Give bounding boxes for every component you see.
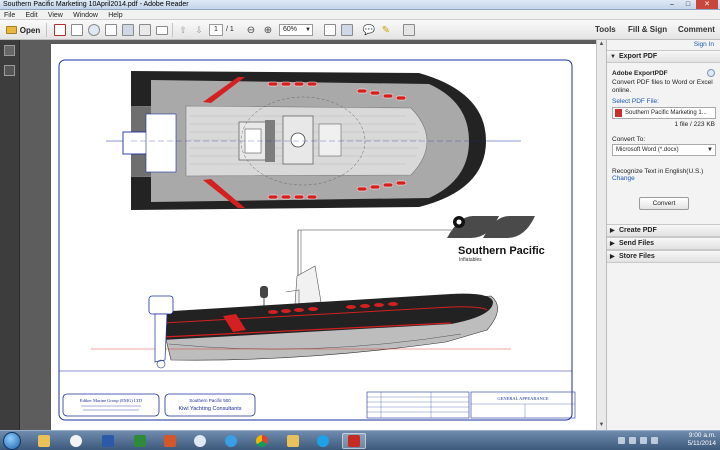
taskbar-skype-icon[interactable] bbox=[311, 433, 335, 449]
toolbar-separator bbox=[46, 23, 47, 37]
boat-drawing: Southern Pacific Inflatables Ediker Mari… bbox=[58, 59, 576, 421]
taskbar-excel-icon[interactable] bbox=[128, 433, 152, 449]
zoom-out-icon[interactable]: ⊖ bbox=[245, 23, 257, 37]
convert-to-select[interactable]: Microsoft Word (*.docx) ▼ bbox=[612, 144, 716, 156]
file-info: 1 file / 223 KB bbox=[674, 121, 715, 128]
export-description-2: online. bbox=[612, 87, 632, 94]
cloud-icon[interactable] bbox=[87, 23, 101, 37]
toolbar: Open ⇧ ⇩ 1 / 1 ⊖ ⊕ 60% ▼ 💬 ✎ Tools Fill … bbox=[0, 20, 720, 40]
vertical-scrollbar[interactable]: ▲ ▼ bbox=[596, 40, 606, 430]
close-button[interactable]: ✕ bbox=[696, 0, 718, 9]
taskbar-word-icon[interactable] bbox=[96, 433, 120, 449]
taskbar-search-app-icon[interactable] bbox=[188, 433, 212, 449]
fit-page-icon[interactable] bbox=[323, 23, 337, 37]
fit-width-icon[interactable] bbox=[340, 23, 354, 37]
system-clock[interactable]: 9:00 a.m. 5/11/2014 bbox=[688, 432, 716, 448]
pdf-page: Southern Pacific Inflatables Ediker Mari… bbox=[51, 44, 605, 430]
zoom-select[interactable]: 60% ▼ bbox=[279, 24, 313, 36]
zoom-value: 60% bbox=[283, 26, 298, 33]
comment-bubble-icon[interactable]: 💬 bbox=[362, 23, 376, 37]
taskbar-folder-icon[interactable] bbox=[281, 433, 305, 449]
revision-table bbox=[366, 391, 470, 419]
brand-sub: Inflatables bbox=[459, 257, 482, 263]
left-navigation-pane bbox=[0, 40, 20, 430]
scroll-down-icon[interactable]: ▼ bbox=[597, 421, 606, 430]
open-button[interactable]: Open bbox=[4, 23, 42, 37]
selected-file[interactable]: Southern Pacific Marketing 1... bbox=[612, 107, 716, 119]
toolbar-separator bbox=[172, 23, 173, 37]
cloud-icon bbox=[707, 69, 715, 77]
designer-name: Ediker Marine Group (EMG) LTD bbox=[80, 398, 143, 403]
window-controls: ‒ □ ✕ bbox=[664, 0, 718, 10]
scroll-up-icon[interactable]: ▲ bbox=[597, 40, 606, 49]
chevron-right-icon: ▶ bbox=[610, 228, 615, 234]
folder-icon bbox=[5, 26, 17, 34]
page-total: / 1 bbox=[226, 26, 234, 33]
change-link[interactable]: Change bbox=[612, 175, 635, 183]
page-number-input[interactable]: 1 bbox=[209, 24, 223, 36]
design-model: Southern Pacific 500 bbox=[189, 398, 231, 403]
store-files-section-header[interactable]: ▶ Store Files bbox=[607, 250, 720, 263]
taskbar-media-player-icon[interactable] bbox=[64, 433, 88, 449]
convert-button[interactable]: Convert bbox=[639, 197, 689, 210]
title-bar: Southern Pacific Marketing 10April2014.p… bbox=[0, 0, 720, 10]
tray-arrow-icon bbox=[618, 437, 625, 444]
brand-name: Southern Pacific bbox=[458, 245, 545, 257]
email-icon[interactable] bbox=[155, 23, 169, 37]
convert-to-label: Convert To: bbox=[612, 136, 646, 143]
chevron-right-icon: ▶ bbox=[610, 241, 615, 247]
start-button[interactable] bbox=[3, 432, 21, 450]
design-consultant: Kiwi Yachting Consultants bbox=[178, 406, 241, 412]
export-pdf-section-header[interactable]: ▼ Export PDF bbox=[607, 50, 720, 63]
chevron-right-icon: ▶ bbox=[610, 254, 615, 260]
send-files-section-header[interactable]: ▶ Send Files bbox=[607, 237, 720, 250]
fill-sign-button[interactable]: Fill & Sign bbox=[628, 20, 667, 40]
taskbar-powerpoint-icon[interactable] bbox=[158, 433, 182, 449]
open-label: Open bbox=[19, 25, 41, 35]
taskbar: 9:00 a.m. 5/11/2014 bbox=[0, 430, 720, 450]
chevron-down-icon: ▼ bbox=[305, 27, 311, 33]
maximize-button[interactable]: □ bbox=[680, 0, 696, 9]
chevron-down-icon: ▼ bbox=[707, 147, 713, 153]
highlight-icon[interactable]: ✎ bbox=[379, 23, 393, 37]
taskbar-chrome-icon[interactable] bbox=[250, 433, 274, 449]
menu-bar: File Edit View Window Help bbox=[0, 10, 720, 20]
taskbar-explorer-icon[interactable] bbox=[32, 433, 56, 449]
create-pdf-icon[interactable] bbox=[53, 23, 67, 37]
tray-flag-icon bbox=[651, 437, 658, 444]
select-file-label: Select PDF File: bbox=[612, 98, 659, 105]
sign-in-link[interactable]: Sign In bbox=[694, 41, 714, 48]
save-icon[interactable] bbox=[121, 23, 135, 37]
tray-volume-icon bbox=[640, 437, 647, 444]
tools-button[interactable]: Tools bbox=[595, 20, 616, 40]
export-description-1: Convert PDF files to Word or Excel bbox=[612, 79, 713, 86]
clock-time: 9:00 a.m. bbox=[688, 432, 716, 439]
sign-icon[interactable] bbox=[104, 23, 118, 37]
expand-icon[interactable] bbox=[402, 23, 416, 37]
chevron-down-icon: ▼ bbox=[610, 54, 616, 60]
comment-button[interactable]: Comment bbox=[678, 20, 715, 40]
taskbar-internet-explorer-icon[interactable] bbox=[219, 433, 243, 449]
minimize-button[interactable]: ‒ bbox=[664, 0, 680, 9]
tools-pane: Sign In ▼ Export PDF Adobe ExportPDF Con… bbox=[606, 40, 720, 430]
taskbar-adobe-reader-icon[interactable] bbox=[342, 433, 366, 449]
page-thumbnails-icon[interactable] bbox=[4, 45, 15, 56]
clock-date: 5/11/2014 bbox=[687, 440, 716, 447]
window-title: Southern Pacific Marketing 10April2014.p… bbox=[3, 1, 189, 8]
zoom-in-icon[interactable]: ⊕ bbox=[262, 23, 274, 37]
previous-page-icon[interactable]: ⇧ bbox=[177, 23, 189, 37]
next-page-icon[interactable]: ⇩ bbox=[193, 23, 205, 37]
create-pdf-section-header[interactable]: ▶ Create PDF bbox=[607, 224, 720, 237]
attachments-icon[interactable] bbox=[4, 65, 15, 76]
drawing-title: GENERAL APPEARANCE bbox=[497, 396, 548, 401]
edit-pdf-icon[interactable] bbox=[70, 23, 84, 37]
tray-network-icon bbox=[629, 437, 636, 444]
system-tray-icons bbox=[618, 437, 658, 445]
document-area: Southern Pacific Inflatables Ediker Mari… bbox=[20, 40, 605, 430]
print-icon[interactable] bbox=[138, 23, 152, 37]
southern-pacific-logo bbox=[447, 216, 535, 238]
export-service-title: Adobe ExportPDF bbox=[612, 70, 668, 77]
pdf-file-icon bbox=[615, 109, 622, 117]
